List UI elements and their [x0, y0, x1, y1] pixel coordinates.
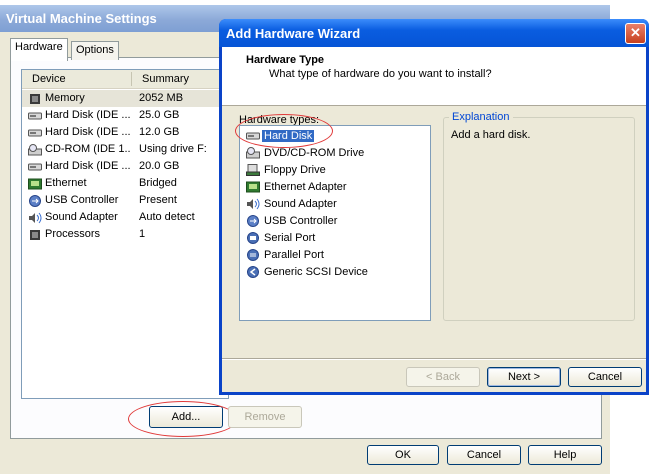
wizard-body: Hardware Type What type of hardware do y…	[222, 47, 646, 392]
device-name: CD-ROM (IDE 1...	[45, 143, 131, 155]
device-name: Hard Disk (IDE ...	[45, 160, 131, 172]
hard-disk-icon	[28, 161, 42, 171]
remove-button[interactable]: Remove	[228, 406, 302, 428]
parallel-port-icon	[246, 249, 260, 261]
floppy-drive-icon	[246, 164, 260, 176]
hardware-type-label: Serial Port	[264, 232, 316, 244]
memory-icon	[28, 93, 41, 104]
back-button[interactable]: < Back	[406, 367, 480, 387]
help-button[interactable]: Help	[528, 445, 602, 465]
close-icon[interactable]: ✕	[625, 23, 646, 44]
usb-controller-icon	[246, 215, 260, 227]
wizard-cancel-button[interactable]: Cancel	[568, 367, 642, 387]
device-row[interactable]: Ethernet Bridged	[22, 175, 228, 192]
wizard-titlebar[interactable]: Add Hardware Wizard ✕	[219, 19, 649, 47]
device-row[interactable]: Hard Disk (IDE ... 20.0 GB	[22, 158, 228, 175]
wizard-title: Add Hardware Wizard	[226, 26, 361, 41]
wizard-divider	[222, 358, 646, 360]
processor-icon	[28, 229, 41, 240]
tab-options[interactable]: Options	[71, 41, 119, 60]
device-summary: 12.0 GB	[139, 126, 180, 138]
sound-adapter-icon	[246, 198, 260, 210]
window-top-edge	[0, 0, 659, 5]
hardware-types-list[interactable]: Hard Disk DVD/CD-ROM Drive Floppy Drive Eth…	[239, 125, 431, 321]
explanation-groupbox	[443, 117, 635, 321]
next-button[interactable]: Next >	[487, 367, 561, 387]
wizard-heading: Hardware Type	[246, 54, 325, 66]
device-summary: 1	[139, 228, 146, 240]
dvd-drive-icon	[246, 147, 260, 159]
add-hardware-wizard: Add Hardware Wizard ✕ Hardware Type What…	[219, 19, 649, 395]
sound-icon	[28, 212, 42, 224]
device-name: Hard Disk (IDE ...	[45, 126, 131, 138]
device-name: Memory	[45, 92, 85, 104]
device-summary: Bridged	[139, 177, 177, 189]
explanation-label: Explanation	[449, 111, 513, 123]
wizard-subheading: What type of hardware do you want to ins…	[269, 68, 492, 80]
column-header-summary[interactable]: Summary	[142, 73, 189, 85]
device-summary: Present	[139, 194, 177, 206]
device-row[interactable]: CD-ROM (IDE 1... Using drive F:	[22, 141, 228, 158]
hard-disk-icon	[28, 127, 42, 137]
device-list-header: Device Summary	[22, 70, 228, 89]
cdrom-icon	[28, 144, 42, 156]
device-summary: Using drive F:	[139, 143, 207, 155]
device-row[interactable]: Hard Disk (IDE ... 12.0 GB	[22, 124, 228, 141]
serial-port-icon	[246, 232, 260, 244]
hardware-type-label: Sound Adapter	[264, 198, 337, 210]
ethernet-icon	[28, 178, 42, 190]
device-row[interactable]: Hard Disk (IDE ... 25.0 GB	[22, 107, 228, 124]
explanation-text: Add a hard disk.	[451, 129, 531, 141]
column-header-device[interactable]: Device	[32, 73, 66, 85]
annotation-ellipse-hard-disk	[235, 114, 333, 148]
hardware-type-label: USB Controller	[264, 215, 338, 227]
wizard-header: Hardware Type What type of hardware do y…	[222, 47, 646, 106]
device-name: Sound Adapter	[45, 211, 118, 223]
device-name: Processors	[45, 228, 101, 240]
device-row[interactable]: Sound Adapter Auto detect	[22, 209, 228, 226]
ok-button[interactable]: OK	[367, 445, 439, 465]
scsi-device-icon	[246, 266, 260, 278]
device-summary: 25.0 GB	[139, 109, 180, 121]
hardware-type-label: Generic SCSI Device	[264, 266, 368, 278]
device-row[interactable]: USB Controller Present	[22, 192, 228, 209]
device-row[interactable]: Processors 1	[22, 226, 228, 243]
ethernet-adapter-icon	[246, 181, 260, 193]
device-name: USB Controller	[45, 194, 119, 206]
vm-settings-title: Virtual Machine Settings	[6, 11, 157, 26]
device-name: Ethernet	[45, 177, 87, 189]
device-name: Hard Disk (IDE ...	[45, 109, 131, 121]
hardware-type-label: Floppy Drive	[264, 164, 326, 176]
usb-icon	[28, 195, 41, 207]
device-summary: 20.0 GB	[139, 160, 180, 172]
device-row[interactable]: Memory 2052 MB	[22, 90, 228, 107]
device-summary: Auto detect	[139, 211, 195, 223]
device-list[interactable]: Device Summary Memory 2052 MB Hard Disk (I…	[21, 69, 229, 399]
column-divider[interactable]	[131, 72, 132, 86]
hardware-type-label: Parallel Port	[264, 249, 324, 261]
tab-hardware[interactable]: Hardware	[10, 38, 68, 61]
cancel-button[interactable]: Cancel	[447, 445, 521, 465]
annotation-ellipse-add	[128, 401, 238, 437]
hard-disk-icon	[28, 110, 42, 120]
hardware-type-label: Ethernet Adapter	[264, 181, 347, 193]
hardware-type-label: DVD/CD-ROM Drive	[264, 147, 365, 159]
device-summary: 2052 MB	[139, 92, 184, 104]
